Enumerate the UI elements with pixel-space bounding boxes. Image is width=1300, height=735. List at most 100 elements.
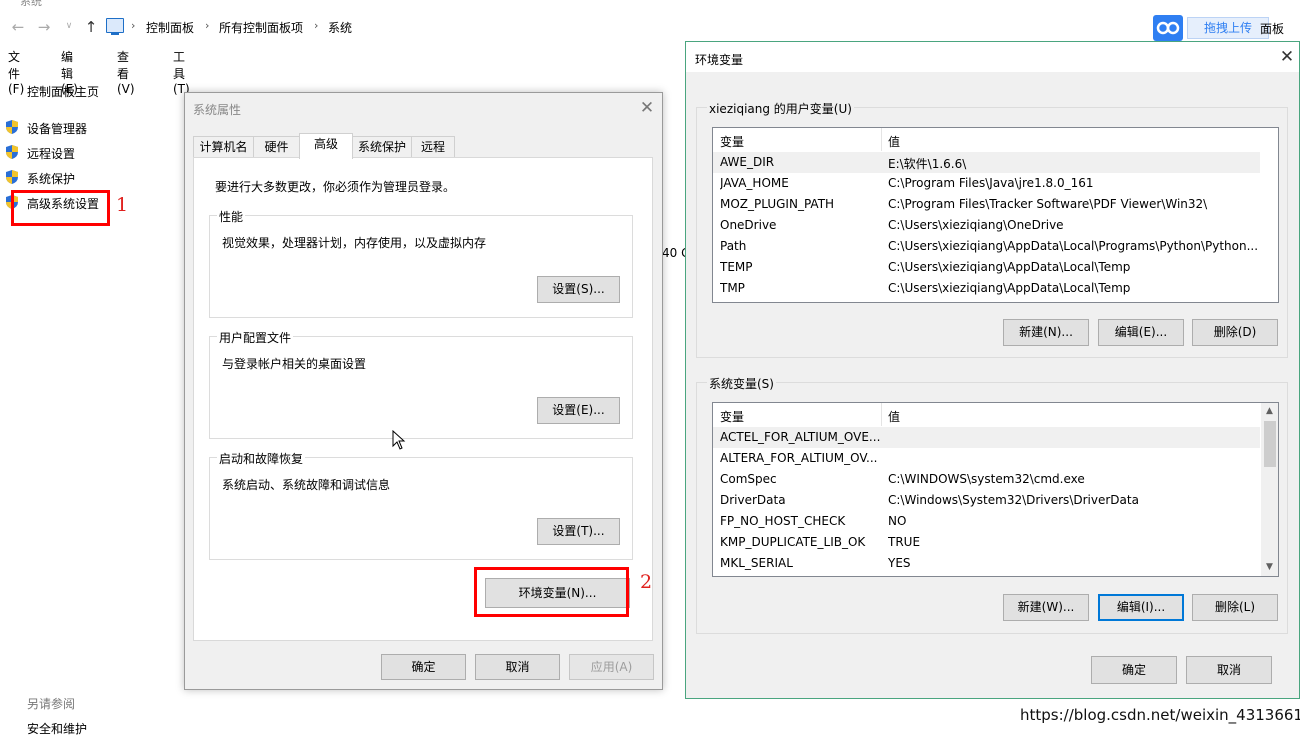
column-variable[interactable]: 变量 <box>720 133 744 150</box>
group-description: 系统启动、系统故障和调试信息 <box>222 478 391 492</box>
up-arrow-icon[interactable]: ↑ <box>82 18 100 36</box>
menu-tools[interactable]: 工具(T) <box>173 48 190 96</box>
sidebar-item-label: 设备管理器 <box>27 122 88 136</box>
user-profiles-settings-button[interactable]: 设置(E)... <box>537 397 620 424</box>
menu-view[interactable]: 查看(V) <box>117 48 135 96</box>
variable-name: AWE_DIR <box>720 155 775 169</box>
uac-shield-icon <box>6 145 18 159</box>
breadcrumb-trailing-text: 面板 <box>1260 22 1285 36</box>
table-row[interactable]: JAVA_HOME C:\Program Files\Java\jre1.8.0… <box>713 173 1260 194</box>
dialog-title: 环境变量 <box>695 53 744 67</box>
close-icon[interactable]: ✕ <box>1277 47 1297 67</box>
breadcrumb-separator-icon: › <box>205 19 210 32</box>
scroll-up-icon[interactable]: ▲ <box>1261 403 1278 420</box>
table-row[interactable]: DriverData C:\Windows\System32\Drivers\D… <box>713 490 1260 511</box>
startup-settings-button[interactable]: 设置(T)... <box>537 518 620 545</box>
close-icon[interactable]: ✕ <box>637 98 657 118</box>
annotation-marker-1: 1 <box>116 194 129 216</box>
ok-button[interactable]: 确定 <box>381 654 466 680</box>
performance-settings-button[interactable]: 设置(S)... <box>537 276 620 303</box>
group-title: xieziqiang 的用户变量(U) <box>707 100 854 117</box>
variable-value: C:\Users\xieziqiang\AppData\Local\Temp <box>888 260 1131 274</box>
scroll-thumb[interactable] <box>1264 421 1276 467</box>
table-row[interactable]: ComSpec C:\WINDOWS\system32\cmd.exe <box>713 469 1260 490</box>
column-divider[interactable] <box>881 128 882 151</box>
group-title: 性能 <box>217 208 246 225</box>
variable-name: TMP <box>720 281 745 295</box>
group-title: 启动和故障恢复 <box>217 450 306 467</box>
variable-name: ACTEL_FOR_ALTIUM_OVE... <box>720 430 880 444</box>
column-value[interactable]: 值 <box>888 133 900 150</box>
drag-upload-button[interactable]: 拖拽上传 <box>1187 17 1269 39</box>
title-bar <box>686 42 1299 72</box>
group-description: 与登录帐户相关的桌面设置 <box>222 357 367 371</box>
tab-hardware[interactable]: 硬件 <box>253 136 300 158</box>
variable-name: ComSpec <box>720 472 777 486</box>
tab-computer-name[interactable]: 计算机名 <box>193 136 254 158</box>
vertical-scrollbar[interactable]: ▲ ▼ <box>1261 403 1278 576</box>
variable-name: KMP_DUPLICATE_LIB_OK <box>720 535 866 549</box>
table-row[interactable]: MKL_SERIAL YES <box>713 553 1260 574</box>
system-new-button[interactable]: 新建(W)... <box>1003 594 1089 621</box>
forward-arrow-icon[interactable]: → <box>35 18 53 36</box>
variable-name: MKL_SERIAL <box>720 556 793 570</box>
breadcrumb-all-items[interactable]: 所有控制面板项 <box>219 19 303 36</box>
recent-dropdown-icon[interactable]: ∨ <box>60 21 78 31</box>
user-new-button[interactable]: 新建(N)... <box>1003 319 1089 346</box>
table-row[interactable]: Path C:\Users\xieziqiang\AppData\Local\P… <box>713 236 1260 257</box>
variable-name: ALTERA_FOR_ALTIUM_OV... <box>720 451 878 465</box>
back-arrow-icon[interactable]: ← <box>9 18 27 36</box>
breadcrumb-control-panel[interactable]: 控制面板 <box>146 19 194 36</box>
column-divider[interactable] <box>881 403 882 426</box>
ok-button[interactable]: 确定 <box>1091 656 1177 684</box>
cancel-button[interactable]: 取消 <box>475 654 560 680</box>
table-row[interactable]: OneDrive C:\Users\xieziqiang\OneDrive <box>713 215 1260 236</box>
address-row: ← → ∨ ↑ › 控制面板 › 所有控制面板项 › 系统 <box>0 12 1300 42</box>
tab-system-protection[interactable]: 系统保护 <box>352 136 412 158</box>
startup-recovery-group: 启动和故障恢复 系统启动、系统故障和调试信息 设置(T)... <box>209 450 633 560</box>
user-edit-button[interactable]: 编辑(E)... <box>1098 319 1184 346</box>
table-row[interactable]: TEMP C:\Users\xieziqiang\AppData\Local\T… <box>713 257 1260 278</box>
variable-value: C:\Users\xieziqiang\AppData\Local\Progra… <box>888 239 1258 253</box>
table-row[interactable]: FP_NO_HOST_CHECK NO <box>713 511 1260 532</box>
table-row[interactable]: AWE_DIR E:\软件\1.6.6\ <box>713 152 1260 173</box>
menu-file[interactable]: 文件(F) <box>8 48 24 96</box>
variable-value: C:\Users\xieziqiang\OneDrive <box>888 218 1064 232</box>
security-maintenance-link[interactable]: 安全和维护 <box>27 720 87 735</box>
system-delete-button[interactable]: 删除(L) <box>1192 594 1278 621</box>
user-variables-list[interactable]: 变量 值 AWE_DIR E:\软件\1.6.6\ JAVA_HOME C:\P… <box>712 127 1279 303</box>
sidebar-item-label: 系统保护 <box>27 172 76 186</box>
system-edit-button[interactable]: 编辑(I)... <box>1098 594 1184 621</box>
tab-remote[interactable]: 远程 <box>411 136 455 158</box>
system-variables-group: 系统变量(S) 变量 值 ACTEL_FOR_ALTIUM_OVE... ALT… <box>696 375 1288 634</box>
column-value[interactable]: 值 <box>888 408 900 425</box>
variable-value: C:\Program Files\Tracker Software\PDF Vi… <box>888 197 1208 211</box>
annotation-highlight-box-2 <box>474 567 629 617</box>
table-row[interactable]: TMP C:\Users\xieziqiang\AppData\Local\Te… <box>713 278 1260 299</box>
watermark-url: https://blog.csdn.net/weixin_43136611 <box>1020 706 1300 724</box>
tab-advanced[interactable]: 高级 <box>299 133 353 159</box>
variable-value: E:\软件\1.6.6\ <box>888 157 967 171</box>
table-row[interactable]: MOZ_PLUGIN_PATH C:\Program Files\Tracker… <box>713 194 1260 215</box>
breadcrumb-system[interactable]: 系统 <box>328 19 352 36</box>
table-row[interactable]: ACTEL_FOR_ALTIUM_OVE... <box>713 427 1260 448</box>
annotation-highlight-box-1 <box>11 190 110 226</box>
table-row[interactable]: ALTERA_FOR_ALTIUM_OV... <box>713 448 1260 469</box>
user-variables-group: xieziqiang 的用户变量(U) 变量 值 AWE_DIR E:\软件\1… <box>696 100 1288 358</box>
column-variable[interactable]: 变量 <box>720 408 744 425</box>
uac-shield-icon <box>6 170 18 184</box>
variable-name: OneDrive <box>720 218 777 232</box>
scroll-down-icon[interactable]: ▼ <box>1261 559 1278 576</box>
environment-variables-dialog: 环境变量 ✕ xieziqiang 的用户变量(U) 变量 值 AWE_DIR … <box>685 41 1300 699</box>
variable-name: TEMP <box>720 260 753 274</box>
system-variables-list[interactable]: 变量 值 ACTEL_FOR_ALTIUM_OVE... ALTERA_FOR_… <box>712 402 1279 577</box>
baidu-upload-widget: 拖拽上传 面板 <box>1153 15 1293 41</box>
table-row[interactable]: KMP_DUPLICATE_LIB_OK TRUE <box>713 532 1260 553</box>
admin-note: 要进行大多数更改，你必须作为管理员登录。 <box>215 180 456 194</box>
sidebar-home-link[interactable]: 控制面板主页 <box>27 83 99 100</box>
user-delete-button[interactable]: 删除(D) <box>1192 319 1278 346</box>
variable-value: C:\Users\xieziqiang\AppData\Local\Temp <box>888 281 1131 295</box>
apply-button[interactable]: 应用(A) <box>569 654 654 680</box>
cancel-button[interactable]: 取消 <box>1186 656 1272 684</box>
baidu-cloud-icon[interactable] <box>1153 15 1183 41</box>
